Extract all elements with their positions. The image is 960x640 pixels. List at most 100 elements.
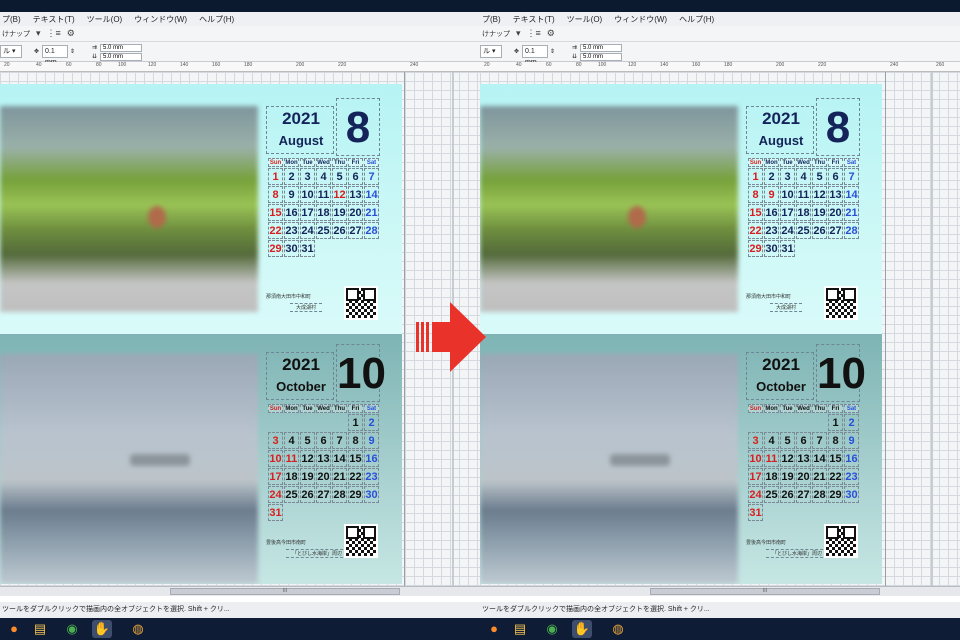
firefox-icon[interactable]: ●: [4, 620, 24, 638]
year-month-box[interactable]: 2021 August: [266, 106, 334, 154]
day-cell: 7: [812, 432, 827, 449]
options-icon[interactable]: ⚙: [547, 28, 555, 39]
month-number[interactable]: 8: [816, 98, 860, 156]
ruler-tick: 220: [818, 62, 827, 68]
chrome-icon[interactable]: ◉: [62, 620, 82, 638]
day-cell: 3: [748, 432, 763, 449]
menu-item-help[interactable]: ヘルプ(H): [199, 14, 234, 25]
weekday-mon: Mon: [284, 158, 299, 167]
year-month-box[interactable]: 2021 August: [746, 106, 814, 154]
month-number[interactable]: 10: [816, 344, 866, 402]
calendar-october[interactable]: 2021 October 10 Sun Mon Tue Wed Thu Fri …: [480, 334, 882, 584]
scroll-thumb[interactable]: III: [650, 588, 880, 595]
nudge-input[interactable]: 0.1 mm: [522, 45, 548, 66]
window-titlebar: [0, 0, 480, 12]
day-cell-empty: [300, 504, 315, 521]
menu-item[interactable]: プ(B): [482, 14, 501, 25]
day-cell: 19: [780, 468, 795, 485]
weekday-sat: Sat: [364, 404, 379, 413]
weekday-tue: Tue: [780, 404, 795, 413]
weekday-thu: Thu: [332, 404, 347, 413]
menu-item-help[interactable]: ヘルプ(H): [679, 14, 714, 25]
dup-x-input[interactable]: 5.0 mm: [580, 44, 622, 52]
chevron-down-icon[interactable]: ▾: [36, 28, 41, 39]
app-icon[interactable]: ✋: [92, 620, 112, 638]
dup-y-input[interactable]: 5.0 mm: [100, 53, 142, 61]
units-select[interactable]: ル ▾: [480, 45, 502, 58]
day-cell: 16: [364, 450, 379, 467]
calendar-october[interactable]: 2021 October 10 Sun Mon Tue Wed Thu Fri …: [0, 334, 402, 584]
day-cell-empty: [796, 414, 811, 431]
qr-code[interactable]: [344, 524, 378, 558]
day-cell: 23: [764, 222, 779, 239]
ruler-tick: 100: [598, 62, 607, 68]
horizontal-scrollbar[interactable]: ◂ III: [480, 586, 960, 596]
day-cell: 8: [268, 186, 283, 203]
photo-blurred[interactable]: [480, 354, 738, 584]
chrome-icon[interactable]: ◉: [542, 620, 562, 638]
photo-blurred[interactable]: [480, 106, 738, 312]
day-cell: 7: [364, 168, 379, 185]
units-select[interactable]: ル ▾: [0, 45, 22, 58]
calendar-august[interactable]: 2021 August 8 Sun Mon Tue Wed Thu Fri Sa…: [480, 84, 882, 334]
menu-item-tools[interactable]: ツール(O): [87, 14, 123, 25]
app-icon-2[interactable]: ◍: [128, 620, 148, 638]
app-icon[interactable]: ✋: [572, 620, 592, 638]
menu-item-text[interactable]: テキスト(T): [513, 14, 555, 25]
calendar-page[interactable]: 2021 August 8 Sun Mon Tue Wed Thu Fri Sa…: [480, 84, 882, 586]
chevron-down-icon[interactable]: ▾: [516, 28, 521, 39]
menu-item[interactable]: プ(B): [2, 14, 21, 25]
weekday-tue: Tue: [300, 158, 315, 167]
calendar-august[interactable]: 2021 August 8 Sun Mon Tue Wed Thu Fri Sa…: [0, 84, 402, 334]
page-edge: [885, 72, 886, 590]
week-row: 10 11 12 13 14 15 16: [748, 450, 860, 467]
menu-item-window[interactable]: ウィンドウ(W): [614, 14, 667, 25]
ruler-tick: 60: [66, 62, 72, 68]
app-icon-2[interactable]: ◍: [608, 620, 628, 638]
ruler-tick: 140: [180, 62, 189, 68]
week-row: 3 4 5 6 7 8 9: [268, 432, 380, 449]
day-cell: 18: [284, 468, 299, 485]
day-cell: 17: [300, 204, 315, 221]
day-cell-holiday: 11: [284, 450, 299, 467]
weekday-fri: Fri: [828, 404, 843, 413]
menu-item-window[interactable]: ウィンドウ(W): [134, 14, 187, 25]
arrow-stripes: [416, 322, 430, 352]
menu-item-tools[interactable]: ツール(O): [567, 14, 603, 25]
weekday-fri: Fri: [348, 404, 363, 413]
photo-blurred[interactable]: [0, 106, 258, 312]
horizontal-scrollbar[interactable]: ◂ III: [0, 586, 480, 596]
day-cell: 4: [764, 432, 779, 449]
dup-x-input[interactable]: 5.0 mm: [100, 44, 142, 52]
month-number[interactable]: 8: [336, 98, 380, 156]
options-icon[interactable]: ⚙: [67, 28, 75, 39]
snap-dropdown[interactable]: けナップ: [482, 29, 510, 39]
calendar-page[interactable]: 2021 August 8 Sun Mon Tue Wed Thu Fri Sa…: [0, 84, 402, 586]
day-cell: 3: [780, 168, 795, 185]
day-cell: 26: [332, 222, 347, 239]
month-number[interactable]: 10: [336, 344, 386, 402]
qr-code[interactable]: [824, 286, 858, 320]
align-icon[interactable]: ⋮≡: [47, 28, 61, 39]
snap-dropdown[interactable]: けナップ: [2, 29, 30, 39]
horizontal-ruler: 20 40 60 80 100 120 140 160 180 200 220 …: [480, 62, 960, 72]
align-icon[interactable]: ⋮≡: [527, 28, 541, 39]
day-cell: 30: [844, 486, 859, 503]
file-explorer-icon[interactable]: ▤: [30, 620, 50, 638]
firefox-icon[interactable]: ●: [484, 620, 504, 638]
nudge-toolbar: ル ▾ ✥ 0.1 mm ⇕ ⇉ 5.0 mm ⇊ 5.0 mm: [0, 42, 480, 66]
qr-code[interactable]: [344, 286, 378, 320]
date-grid: Sun Mon Tue Wed Thu Fri Sat 1 2 3 4 5 6 …: [268, 158, 380, 258]
menu-item-text[interactable]: テキスト(T): [33, 14, 75, 25]
nudge-input[interactable]: 0.1 mm: [42, 45, 68, 66]
scroll-thumb[interactable]: III: [170, 588, 400, 595]
file-explorer-icon[interactable]: ▤: [510, 620, 530, 638]
qr-code[interactable]: [824, 524, 858, 558]
year-month-box[interactable]: 2021 October: [266, 352, 334, 400]
dup-y-input[interactable]: 5.0 mm: [580, 53, 622, 61]
photo-blurred[interactable]: [0, 354, 258, 584]
spinner-icon[interactable]: ⇕: [550, 48, 555, 56]
day-cell: 17: [748, 468, 763, 485]
year-month-box[interactable]: 2021 October: [746, 352, 814, 400]
spinner-icon[interactable]: ⇕: [70, 48, 75, 56]
